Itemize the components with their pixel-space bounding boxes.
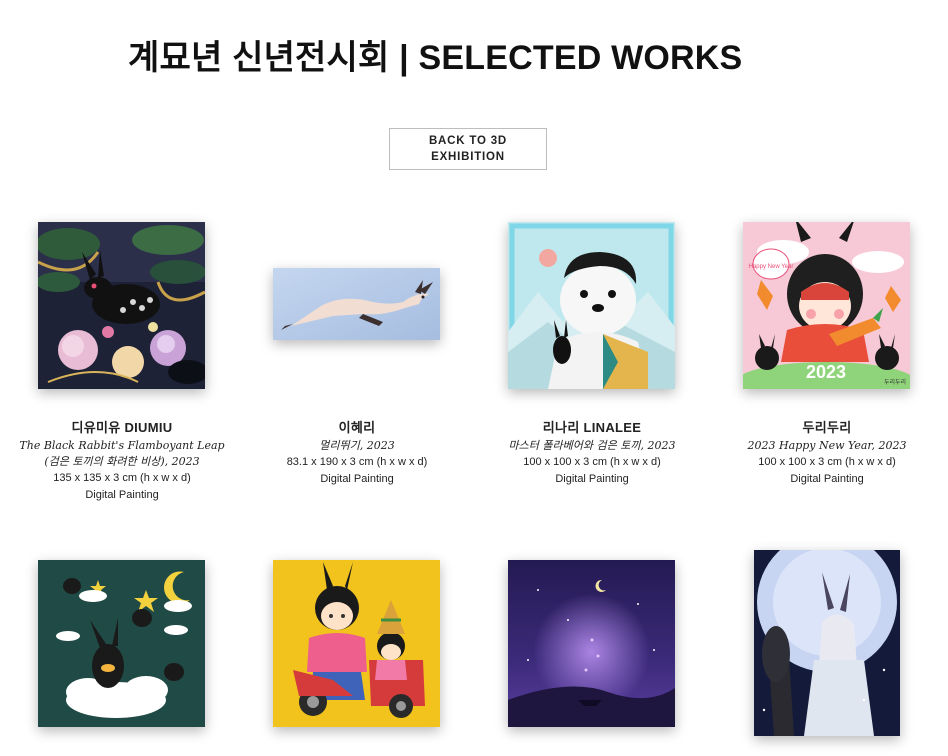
work-medium: Digital Painting [555, 473, 629, 485]
artwork-night-rabbits-image [38, 560, 205, 727]
work-title: The Black Rabbit's Flamboyant Leap (검은 토… [19, 439, 225, 468]
artwork-happy-new-year[interactable]: Happy New Year 2023 두리두리 [743, 222, 910, 389]
artwork-black-rabbit-leap[interactable] [38, 222, 205, 389]
work-medium: Digital Painting [790, 473, 864, 485]
artwork-long-jump[interactable] [273, 268, 440, 340]
artwork-moon-rabbit-warrior[interactable] [754, 550, 900, 736]
artwork-purple-night-image [508, 560, 675, 727]
artist-name: 리나리 LINALEE [542, 420, 642, 435]
artwork-happy-new-year-image: Happy New Year 2023 두리두리 [743, 222, 910, 389]
work-dimensions: 135 x 135 x 3 cm (h x w x d) [53, 472, 191, 484]
artist-name: 두리두리 [802, 420, 852, 435]
artist-name: 이혜리 [338, 420, 376, 435]
work-caption: 리나리 LINALEE 마스터 폴라베어와 검은 토끼, 2023 100 x … [482, 418, 702, 488]
page-title: 계묘년 신년전시회 | SELECTED WORKS [128, 39, 743, 77]
artist-name: 디유미유 DIUMIU [71, 420, 173, 435]
work-dimensions: 83.1 x 190 x 3 cm (h x w x d) [286, 456, 428, 468]
work-caption: 이혜리 멀리뛰기, 2023 83.1 x 190 x 3 cm (h x w … [247, 418, 467, 488]
artwork-purple-night[interactable] [508, 560, 675, 727]
artwork-polar-bear-image [508, 222, 675, 389]
artwork-long-jump-image [273, 268, 440, 340]
work-caption: 두리두리 2023 Happy New Year, 2023 100 x 100… [717, 418, 937, 488]
art4-year-text: 2023 [806, 362, 846, 382]
work-title: 멀리뛰기, 2023 [319, 439, 395, 452]
artwork-moon-warrior-image [754, 550, 900, 736]
work-title: 2023 Happy New Year, 2023 [747, 439, 907, 452]
artwork-master-polar-bear[interactable] [508, 222, 675, 389]
artwork-black-rabbit-image [38, 222, 205, 389]
artwork-motorcycle-rabbits[interactable] [273, 560, 440, 727]
back-to-3d-exhibition-button[interactable]: BACK TO 3D EXHIBITION [389, 128, 547, 170]
work-medium: Digital Painting [85, 489, 159, 501]
work-dimensions: 100 x 100 x 3 cm (h x w x d) [758, 456, 896, 468]
work-medium: Digital Painting [320, 473, 394, 485]
work-title: 마스터 폴라베어와 검은 토끼, 2023 [508, 439, 676, 452]
art4-bubble-text: Happy New Year [749, 264, 794, 270]
work-caption: 디유미유 DIUMIU The Black Rabbit's Flamboyan… [12, 418, 232, 504]
art4-signature: 두리두리 [884, 378, 906, 386]
work-dimensions: 100 x 100 x 3 cm (h x w x d) [523, 456, 661, 468]
artwork-night-rabbits[interactable] [38, 560, 205, 727]
page: 계묘년 신년전시회 | SELECTED WORKS BACK TO 3D EX… [0, 0, 948, 756]
artwork-motorcycle-image [273, 560, 440, 727]
